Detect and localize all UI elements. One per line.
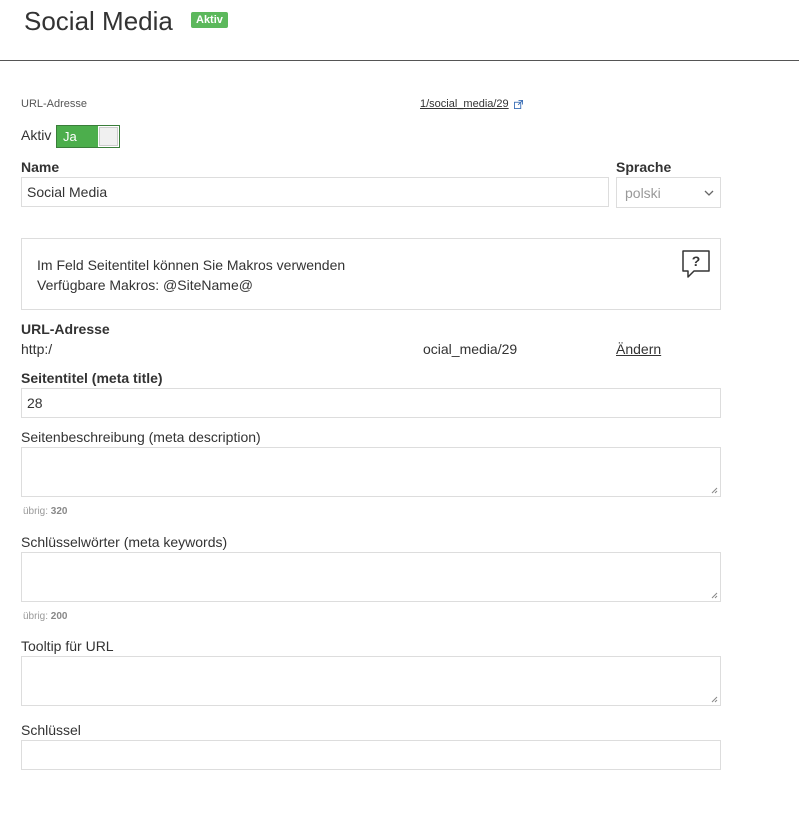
page-header: Social Media Aktiv [0,0,799,61]
meta-keywords-textarea[interactable] [21,552,721,602]
external-link-icon[interactable] [513,99,523,109]
resize-grip-icon[interactable] [711,696,718,703]
macro-info-line-1: Im Feld Seitentitel können Sie Makros ve… [37,257,346,273]
resize-grip-icon[interactable] [711,487,718,494]
active-toggle[interactable]: Ja [56,125,120,148]
toggle-on-state: Ja [57,126,98,147]
counter-label: übrig: [23,611,49,622]
resize-grip-icon[interactable] [711,592,718,599]
chevron-down-icon [704,190,714,196]
change-url-link[interactable]: Ändern [616,341,661,357]
meta-description-textarea[interactable] [21,447,721,497]
key-input[interactable] [21,740,721,770]
toggle-knob [99,127,118,146]
macro-info-line-2: Verfügbare Makros: @SiteName@ [37,277,253,293]
key-label: Schlüssel [21,722,81,738]
meta-keywords-label: Schlüsselwörter (meta keywords) [21,534,228,550]
meta-title-input[interactable]: 28 [21,388,721,418]
macro-info-box: Im Feld Seitentitel können Sie Makros ve… [21,238,721,310]
help-speech-bubble-icon[interactable]: ? [680,249,712,279]
counter-value: 320 [50,506,68,517]
tooltip-textarea[interactable] [21,656,721,706]
url-address-link[interactable]: 1/social_media/29 [420,98,509,110]
help-glyph: ? [692,253,701,269]
language-select[interactable]: polski [616,177,721,208]
url-address-path: ocial_media/29 [423,341,518,357]
meta-keywords-counter: übrig: 200 [23,611,67,622]
meta-title-value: 28 [27,395,43,411]
active-label: Aktiv [21,127,52,143]
tooltip-label: Tooltip für URL [21,638,114,654]
name-field[interactable]: Social Media [21,177,609,207]
counter-value: 200 [50,611,68,622]
status-badge: Aktiv [191,12,228,28]
language-label: Sprache [616,159,672,175]
meta-title-label: Seitentitel (meta title) [21,370,163,386]
language-selected-value: polski [625,184,661,201]
url-address-top-row: 1/social_media/29 [420,98,523,110]
meta-description-label: Seitenbeschreibung (meta description) [21,429,261,445]
page-title: Social Media [24,6,173,36]
url-address-top-label: URL-Adresse [21,98,88,110]
meta-description-counter: übrig: 320 [23,506,67,517]
url-address-prefix: http:/ [21,341,53,357]
counter-label: übrig: [23,506,49,517]
url-address-label: URL-Adresse [21,321,110,337]
name-field-value: Social Media [27,184,108,200]
name-label: Name [21,159,60,175]
